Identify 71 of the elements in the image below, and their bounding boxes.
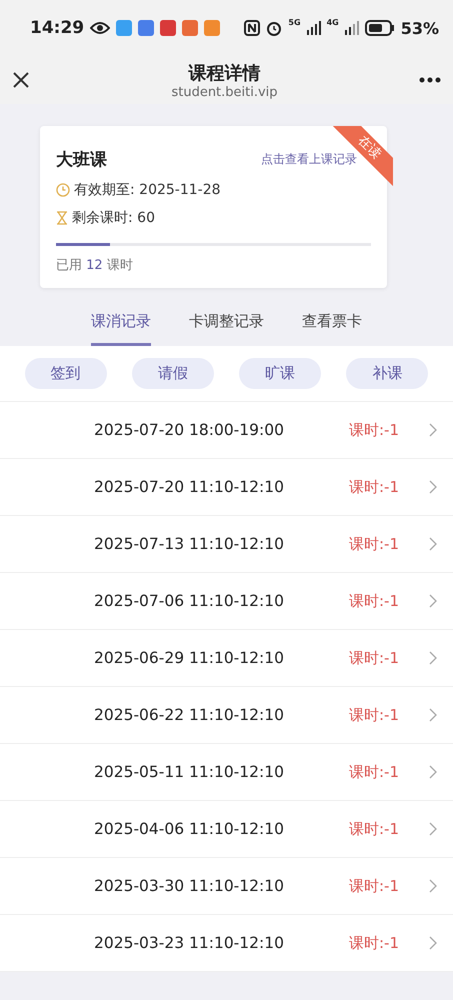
page-title: 课程详情 [188,62,260,84]
record-time: 2025-07-06 11:10-12:10 [94,592,285,610]
chevron-icon [429,594,437,608]
record-time: 2025-07-20 18:00-19:00 [94,421,285,439]
record-hours: 课时:-1 [348,934,399,952]
record-hours: 课时:-1 [348,648,399,668]
chevron-icon [429,708,437,722]
record-time: 2025-07-20 11:10-12:10 [94,478,285,496]
more-icon[interactable] [419,77,441,83]
record-time: 2025-04-06 11:10-12:10 [94,820,285,838]
record-time: 2025-03-23 11:10-12:10 [94,934,285,952]
network-label: 4G [326,18,339,27]
record-row[interactable]: 2025-07-20 11:10-12:10 课时:-1 [0,459,453,516]
battery-percent: 53% [400,18,439,38]
tab[interactable]: 卡调整记录 [189,312,264,346]
hourglass-icon [56,211,68,225]
record-hours: 课时:-1 [348,534,399,554]
record-hours: 课时:-1 [348,478,399,496]
record-time: 2025-05-11 11:10-12:10 [94,763,285,781]
record-hours: 课时:-1 [348,876,399,896]
alarm-icon [266,20,282,36]
eye-icon [90,21,110,35]
record-row[interactable]: 2025-05-11 11:10-12:10 课时:-1 [0,744,453,801]
battery-icon [364,20,395,36]
chevron-icon [429,423,437,437]
chevron-icon [429,879,437,893]
app-icon [138,20,154,36]
record-time: 2025-07-13 11:10-12:10 [94,535,285,553]
app-icon [182,20,198,36]
chevron-icon [429,537,437,551]
network-label: 5G [288,18,301,27]
record-hours: 课时:-1 [348,820,399,838]
record-row[interactable]: 2025-07-20 18:00-19:00 课时:-1 [0,402,453,459]
chevron-icon [429,651,437,665]
record-row[interactable]: 2025-07-06 11:10-12:10 课时:-1 [0,573,453,630]
filter-chip[interactable]: 签到 [24,358,107,389]
record-time: 2025-06-22 11:10-12:10 [94,706,285,724]
record-row[interactable]: 2025-03-30 11:10-12:10 课时:-1 [0,858,453,915]
record-row[interactable]: 2025-03-23 11:10-12:10 课时:-1 [0,915,453,972]
tab[interactable]: 查看票卡 [302,312,362,346]
record-hours: 课时:-1 [348,592,399,610]
app-icon [160,20,176,36]
record-time: 2025-03-30 11:10-12:10 [94,877,285,895]
filter-chip[interactable]: 补课 [346,358,428,389]
record-hours: 课时:-1 [348,706,399,724]
record-row[interactable]: 2025-06-29 11:10-12:10 课时:-1 [0,630,453,687]
app-icon [204,20,220,36]
chevron-icon [429,936,437,950]
filter-chip[interactable]: 旷课 [239,358,322,389]
record-row[interactable]: 2025-06-22 11:10-12:10 课时:-1 [0,687,453,744]
filter-chip[interactable]: 请假 [132,358,214,389]
record-row[interactable]: 2025-07-13 11:10-12:10 课时:-1 [0,516,453,573]
record-hours: 课时:-1 [348,762,399,782]
clock-icon [56,183,70,197]
close-icon[interactable] [12,71,30,89]
record-time: 2025-06-29 11:10-12:10 [94,649,285,667]
status-time: 14:29 [30,18,84,38]
chevron-icon [429,765,437,779]
page-url: student.beiti.vip [171,84,278,100]
signal-icon [344,21,359,35]
nfc-icon [244,20,260,36]
course-name: 大班课 [56,149,107,171]
signal-icon [306,21,321,35]
expiry-date: 有效期至: 2025-11-28 [74,181,221,199]
chevron-icon [429,480,437,494]
chevron-icon [429,822,437,836]
record-hours: 课时:-1 [348,420,399,440]
record-row[interactable]: 2025-04-06 11:10-12:10 课时:-1 [0,801,453,858]
app-icon [116,20,132,36]
used-hours: 已用 12 课时 [56,257,134,274]
remaining-hours: 剩余课时: 60 [72,209,155,227]
